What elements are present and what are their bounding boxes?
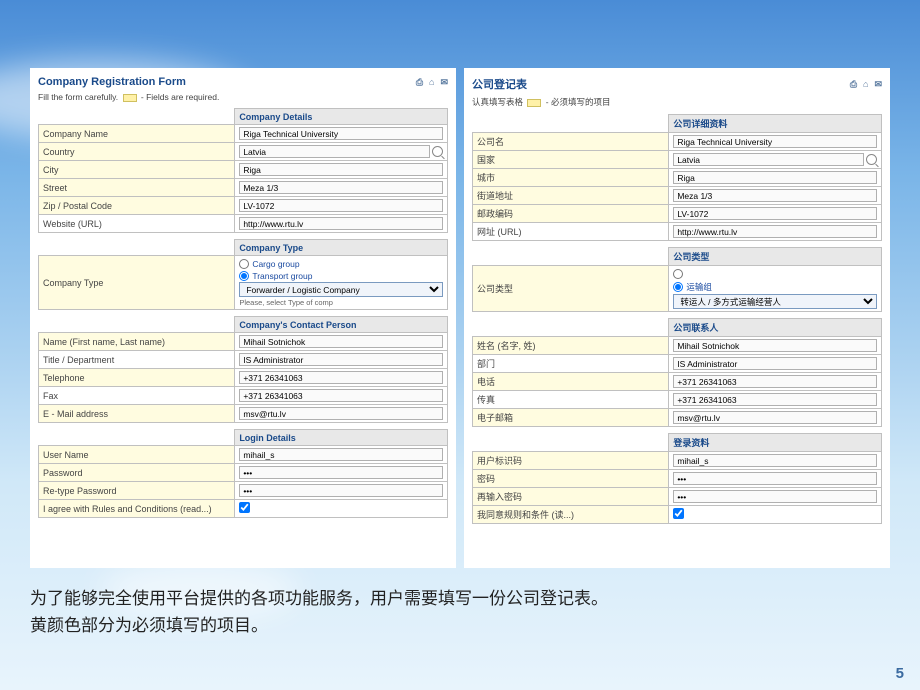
section-header: Company Type xyxy=(235,240,448,256)
contact-table: Company's Contact Person Name (First nam… xyxy=(38,316,448,423)
company-type-table: Company Type Company Type Cargo group Tr… xyxy=(38,239,448,310)
tel-input[interactable] xyxy=(673,375,877,388)
print-icon[interactable]: ⎙ xyxy=(850,79,857,90)
label-email: E - Mail address xyxy=(39,405,235,423)
page-number: 5 xyxy=(896,665,904,682)
transport-radio[interactable] xyxy=(673,282,683,292)
email-input[interactable] xyxy=(239,407,443,420)
company-details-table: Company Details Company Name Country Cit… xyxy=(38,108,448,233)
header-icons: ⎙ ⌂ ✉ xyxy=(416,77,448,88)
city-input[interactable] xyxy=(673,171,877,184)
required-swatch xyxy=(527,99,541,107)
company-details-table-zh: 公司详细资料 公司名 国家 城市 街道地址 邮政编码 网址 (URL) xyxy=(472,114,882,241)
cargo-radio[interactable] xyxy=(673,269,683,279)
dept-input[interactable] xyxy=(239,353,443,366)
instruction-en: Fill the form carefully. - Fields are re… xyxy=(38,90,448,108)
url-input[interactable] xyxy=(239,217,443,230)
pass-input[interactable] xyxy=(673,472,877,485)
print-icon[interactable]: ⎙ xyxy=(416,77,423,88)
login-table-zh: 登录资料 用户标识码 密码 再输入密码 我同意规则和条件 (读...) xyxy=(472,433,882,524)
pass2-input[interactable] xyxy=(673,490,877,503)
home-icon[interactable]: ⌂ xyxy=(429,77,434,88)
email-input[interactable] xyxy=(673,411,877,424)
country-input[interactable] xyxy=(673,153,864,166)
country-input[interactable] xyxy=(239,145,430,158)
search-icon[interactable] xyxy=(432,146,443,157)
label-agree: I agree with Rules and Conditions (read.… xyxy=(39,500,235,518)
mail-icon[interactable]: ✉ xyxy=(440,77,448,88)
label-company-name: Company Name xyxy=(39,125,235,143)
header-icons: ⎙ ⌂ ✉ xyxy=(850,79,882,90)
form-title-zh: 公司登记表 xyxy=(472,76,527,92)
type-select[interactable]: Forwarder / Logistic Company xyxy=(239,282,443,297)
city-input[interactable] xyxy=(239,163,443,176)
form-english: Company Registration Form ⎙ ⌂ ✉ Fill the… xyxy=(30,68,456,568)
company-name-input[interactable] xyxy=(239,127,443,140)
company-type-table-zh: 公司类型 公司类型 运输组 转运人 / 多方式运输经营人 xyxy=(472,247,882,312)
select-hint: Please, select Type of comp xyxy=(239,297,443,307)
label-pass2: Re-type Password xyxy=(39,482,235,500)
tel-input[interactable] xyxy=(239,371,443,384)
pass2-input[interactable] xyxy=(239,484,443,497)
label-ctype: Company Type xyxy=(39,256,235,310)
dept-input[interactable] xyxy=(673,357,877,370)
cname-input[interactable] xyxy=(239,335,443,348)
label-cname: Name (First name, Last name) xyxy=(39,333,235,351)
cname-input[interactable] xyxy=(673,339,877,352)
label-dept: Title / Department xyxy=(39,351,235,369)
label-url: Website (URL) xyxy=(39,215,235,233)
cargo-radio[interactable] xyxy=(239,259,249,269)
fax-input[interactable] xyxy=(673,393,877,406)
slide-caption: 为了能够完全使用平台提供的各项功能服务，用户需要填写一份公司登记表。 黄颜色部分… xyxy=(30,585,840,639)
caption-line-2: 黄颜色部分为必须填写的项目。 xyxy=(30,612,840,639)
section-header: Company's Contact Person xyxy=(235,317,448,333)
section-header: 公司联系人 xyxy=(669,319,882,337)
section-header: 公司详细资料 xyxy=(669,115,882,133)
required-swatch xyxy=(123,94,137,102)
section-header: 公司类型 xyxy=(669,248,882,266)
street-input[interactable] xyxy=(239,181,443,194)
home-icon[interactable]: ⌂ xyxy=(863,79,868,90)
url-input[interactable] xyxy=(673,225,877,238)
agree-checkbox[interactable] xyxy=(673,508,684,519)
transport-radio[interactable] xyxy=(239,271,249,281)
label-fax: Fax xyxy=(39,387,235,405)
pass-input[interactable] xyxy=(239,466,443,479)
caption-line-1: 为了能够完全使用平台提供的各项功能服务，用户需要填写一份公司登记表。 xyxy=(30,585,840,612)
agree-checkbox[interactable] xyxy=(239,502,250,513)
section-header: Company Details xyxy=(235,109,448,125)
search-icon[interactable] xyxy=(866,154,877,165)
zip-input[interactable] xyxy=(673,207,877,220)
section-header: 登录资料 xyxy=(669,434,882,452)
login-table: Login Details User Name Password Re-type… xyxy=(38,429,448,518)
user-input[interactable] xyxy=(673,454,877,467)
label-street: Street xyxy=(39,179,235,197)
section-header: Login Details xyxy=(235,430,448,446)
label-zip: Zip / Postal Code xyxy=(39,197,235,215)
fax-input[interactable] xyxy=(239,389,443,402)
label-pass: Password xyxy=(39,464,235,482)
street-input[interactable] xyxy=(673,189,877,202)
instruction-zh: 认真填写表格 - 必须填写的项目 xyxy=(472,94,882,114)
zip-input[interactable] xyxy=(239,199,443,212)
forms-container: Company Registration Form ⎙ ⌂ ✉ Fill the… xyxy=(30,68,890,568)
label-city: City xyxy=(39,161,235,179)
type-select[interactable]: 转运人 / 多方式运输经营人 xyxy=(673,294,877,309)
contact-table-zh: 公司联系人 姓名 (名字, 姓) 部门 电话 传真 电子邮箱 xyxy=(472,318,882,427)
form-chinese: 公司登记表 ⎙ ⌂ ✉ 认真填写表格 - 必须填写的项目 公司详细资料 公司名 … xyxy=(464,68,890,568)
label-country: Country xyxy=(39,143,235,161)
user-input[interactable] xyxy=(239,448,443,461)
mail-icon[interactable]: ✉ xyxy=(874,79,882,90)
label-user: User Name xyxy=(39,446,235,464)
form-title-en: Company Registration Form xyxy=(38,76,186,88)
label-tel: Telephone xyxy=(39,369,235,387)
company-name-input[interactable] xyxy=(673,135,877,148)
